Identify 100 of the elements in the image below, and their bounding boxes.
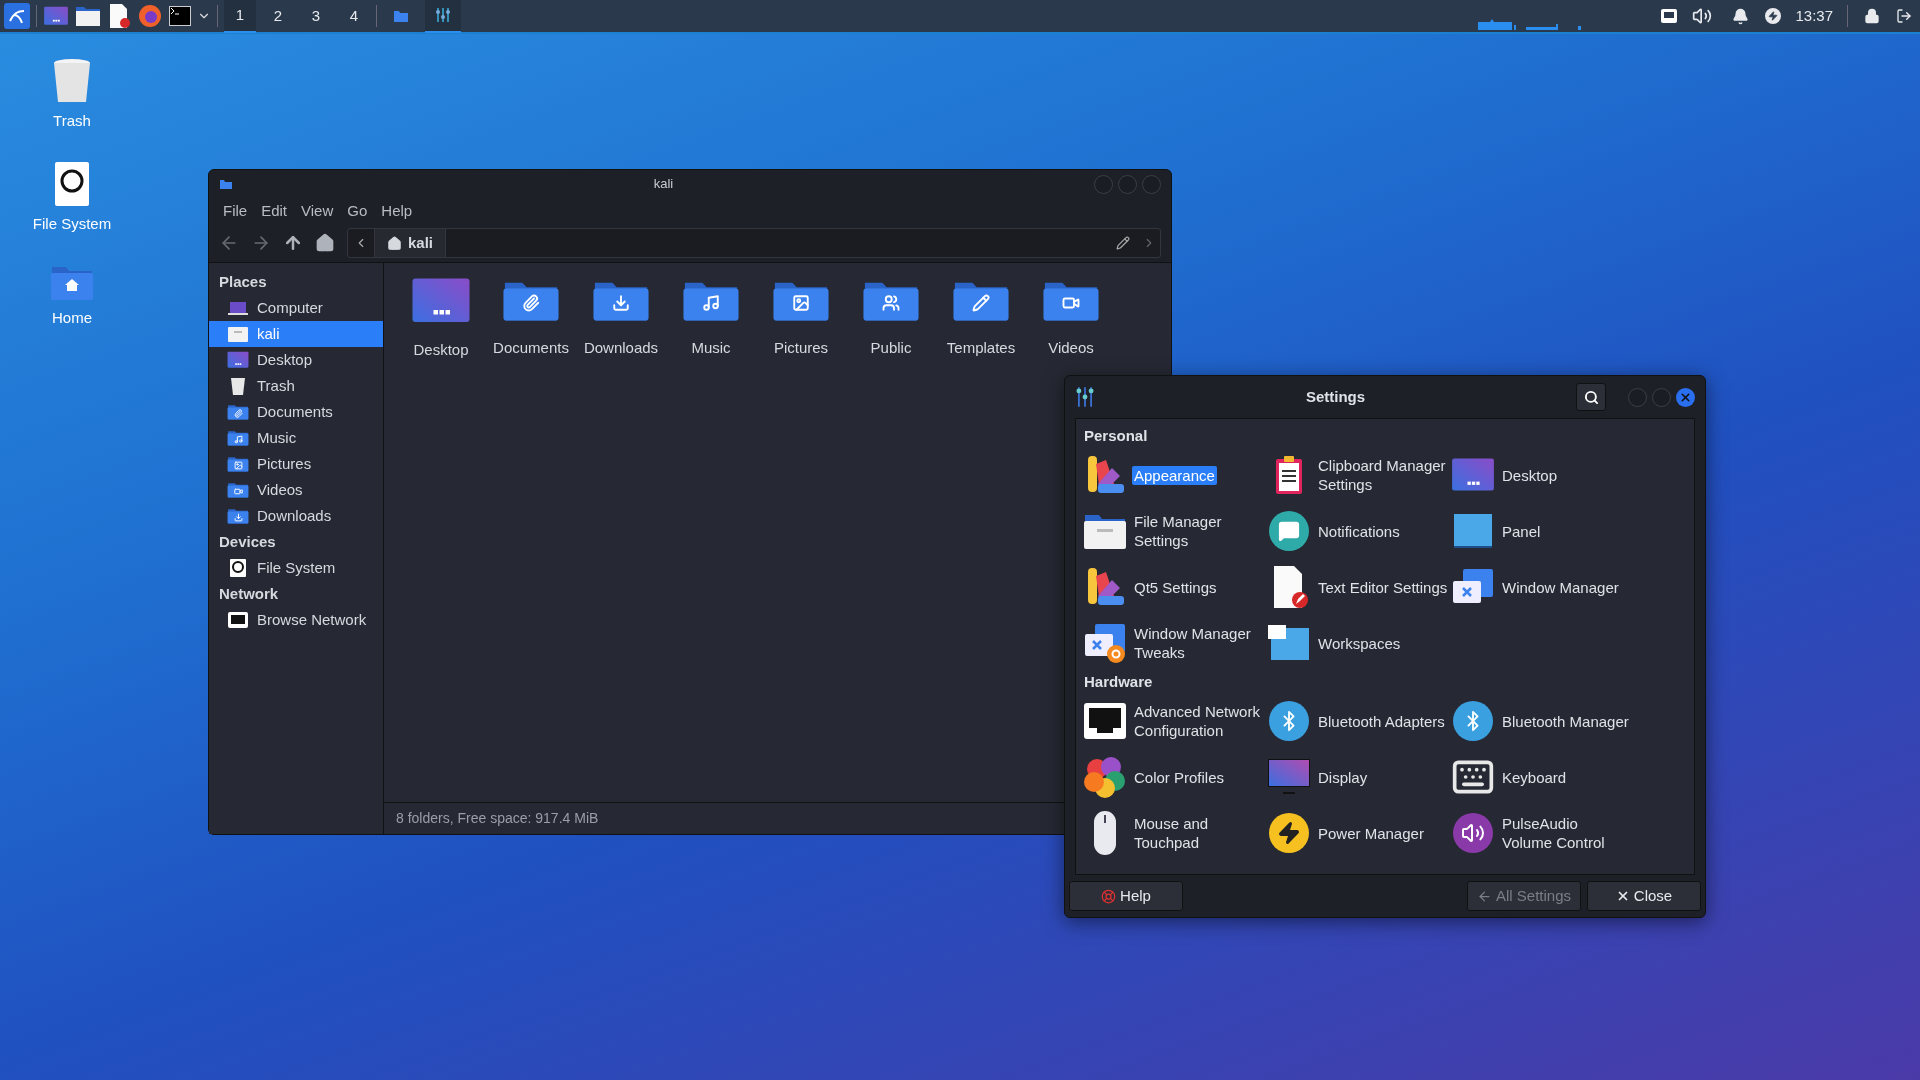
settings-item[interactable]: Advanced Network Configuration — [1082, 693, 1266, 749]
desktop-folder-icon — [411, 277, 471, 325]
home-icon[interactable] — [315, 233, 335, 253]
sidebar-item[interactable]: Browse Network — [209, 607, 383, 633]
lightning-icon — [1269, 813, 1309, 853]
sidebar-item[interactable]: Music — [209, 425, 383, 451]
folder-item[interactable]: Music — [666, 277, 756, 360]
power-icon[interactable] — [1765, 8, 1782, 24]
trash-icon — [52, 58, 92, 104]
settings-item[interactable]: Bluetooth Manager — [1450, 693, 1634, 749]
sidebar-item[interactable]: File System — [209, 555, 383, 581]
search-icon — [1583, 389, 1599, 405]
settings-item[interactable]: Workspaces — [1266, 615, 1450, 671]
settings-item[interactable]: Window Manager Tweaks — [1082, 615, 1266, 671]
folder-item[interactable]: Templates — [936, 277, 1026, 360]
file-manager-launcher-icon[interactable] — [75, 5, 101, 27]
color-petals-icon — [1083, 755, 1127, 799]
menu-item[interactable]: Edit — [257, 199, 292, 223]
settings-item-label: Clipboard Manager Settings — [1317, 456, 1447, 494]
settings-item[interactable]: Desktop — [1450, 447, 1634, 503]
settings-item-label: Advanced Network Configuration — [1133, 702, 1261, 740]
folder-icon — [227, 429, 249, 447]
path-button[interactable]: kali — [374, 229, 447, 257]
sidebar-heading: Devices — [218, 531, 277, 552]
settings-item[interactable]: File Manager Settings — [1082, 503, 1266, 559]
desktop-icon[interactable]: Home — [50, 263, 94, 330]
settings-item[interactable]: Notifications — [1266, 503, 1450, 559]
terminal-launcher-icon[interactable] — [169, 6, 191, 26]
desktop-icon[interactable]: Trash — [52, 58, 92, 133]
settings-item-label: Appearance — [1132, 465, 1217, 485]
search-button[interactable] — [1576, 383, 1606, 411]
folder-item[interactable]: Desktop — [396, 277, 486, 362]
folder-item[interactable]: Videos — [1026, 277, 1116, 360]
folder-item[interactable]: Pictures — [756, 277, 846, 360]
settings-item-label: Power Manager — [1317, 823, 1425, 843]
workspace-button[interactable]: 4 — [338, 0, 370, 33]
settings-item[interactable]: Clipboard Manager Settings — [1266, 447, 1450, 503]
sidebar-item[interactable]: Computer — [209, 295, 383, 321]
task-button[interactable] — [425, 0, 461, 33]
speech-bubble-icon — [1269, 511, 1309, 551]
close-icon — [1679, 390, 1692, 404]
settings-item[interactable]: Color Profiles — [1082, 749, 1266, 805]
logout-icon[interactable] — [1896, 8, 1912, 24]
text-editor-launcher-icon[interactable] — [107, 3, 131, 29]
volume-icon[interactable] — [1692, 6, 1713, 26]
desktop-launcher-icon[interactable] — [43, 6, 69, 26]
sidebar-item[interactable]: Desktop — [209, 347, 383, 373]
workspace-button[interactable]: 1 — [224, 0, 256, 33]
workspace-button[interactable]: 3 — [300, 0, 332, 33]
settings-item[interactable]: Text Editor Settings — [1266, 559, 1450, 615]
window-title: kali — [652, 175, 675, 194]
network-icon[interactable] — [1660, 8, 1679, 24]
sidebar-item[interactable]: Videos — [209, 477, 383, 503]
lock-icon[interactable] — [1864, 8, 1880, 24]
settings-item[interactable]: Qt5 Settings — [1082, 559, 1266, 615]
settings-item[interactable]: Display — [1266, 749, 1450, 805]
browser-launcher-icon[interactable] — [137, 3, 163, 29]
monitor-icon — [227, 300, 249, 316]
settings-item[interactable]: Bluetooth Adapters — [1266, 693, 1450, 749]
settings-item[interactable]: Keyboard — [1450, 749, 1634, 805]
sidebar-item[interactable]: kali — [209, 321, 383, 347]
settings-item-label: Workspaces — [1317, 633, 1402, 653]
menu-item[interactable]: File — [219, 199, 252, 223]
settings-item[interactable]: Window Manager — [1450, 559, 1634, 615]
settings-item-label: Color Profiles — [1133, 767, 1226, 787]
sidebar-heading: Places — [218, 271, 268, 292]
dragon-logo-icon[interactable] — [4, 3, 30, 29]
workspace-button[interactable]: 2 — [262, 0, 294, 33]
edit-path-icon[interactable] — [1116, 236, 1130, 250]
settings-item[interactable]: Panel — [1450, 503, 1634, 559]
folder-icon — [219, 178, 233, 190]
desktop-icon[interactable]: File System — [32, 160, 112, 235]
menu-item[interactable]: Go — [343, 199, 372, 223]
folder-item[interactable]: Public — [846, 277, 936, 360]
up-icon[interactable] — [283, 233, 303, 253]
sidebar-item[interactable]: Pictures — [209, 451, 383, 477]
settings-item-label: Text Editor Settings — [1317, 577, 1449, 597]
sidebar-item[interactable]: Trash — [209, 373, 383, 399]
settings-item-label: Bluetooth Adapters — [1317, 711, 1446, 731]
clock[interactable]: 13:37 — [1791, 4, 1837, 28]
home-icon — [387, 235, 402, 251]
close-button[interactable]: Close — [1587, 881, 1701, 911]
menu-item[interactable]: Help — [377, 199, 417, 223]
settings-item[interactable]: Power Manager — [1266, 805, 1450, 861]
notification-bell-icon[interactable] — [1732, 7, 1750, 25]
bluetooth-icon — [1453, 701, 1493, 741]
close-button[interactable] — [1676, 387, 1695, 407]
settings-item-label: Desktop — [1501, 465, 1559, 485]
drive-icon — [53, 160, 91, 207]
sliders-icon — [435, 7, 451, 23]
sidebar-item[interactable]: Documents — [209, 399, 383, 425]
help-button[interactable]: Help — [1069, 881, 1183, 911]
menu-item[interactable]: View — [297, 199, 338, 223]
settings-item[interactable]: Appearance — [1082, 447, 1266, 503]
window-gear-icon — [1083, 622, 1127, 664]
settings-item[interactable]: PulseAudio Volume Control — [1450, 805, 1634, 861]
folder-item[interactable]: Downloads — [576, 277, 666, 360]
folder-item[interactable]: Documents — [486, 277, 576, 360]
sidebar-item[interactable]: Downloads — [209, 503, 383, 529]
window-title: Settings — [1304, 386, 1367, 407]
